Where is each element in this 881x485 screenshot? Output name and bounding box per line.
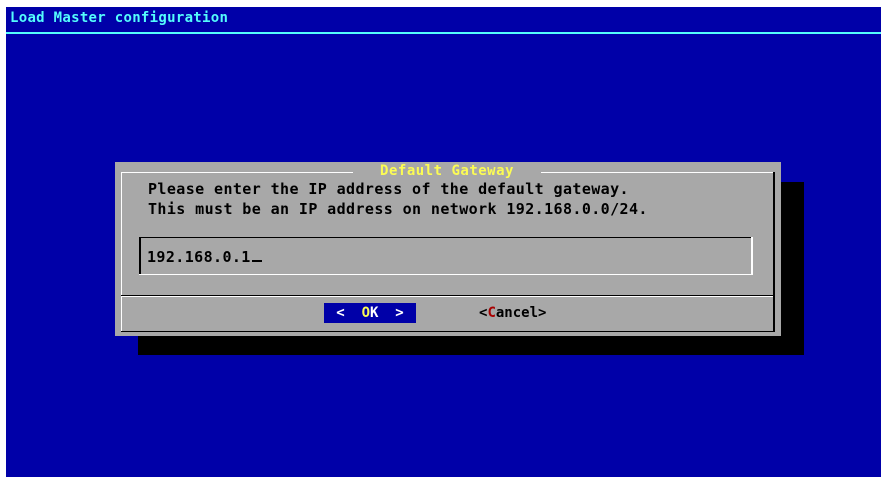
ok-button-left-bracket: < [336,305,362,321]
input-border-top [139,237,753,238]
gateway-input-value[interactable]: 192.168.0.1 [147,247,262,267]
input-border-right [751,237,753,275]
terminal-screen: Load Master configuration Default Gatewa… [6,7,881,477]
button-row-separator-highlight [121,296,773,297]
backtitle: Load Master configuration [10,10,229,26]
cancel-button-label-rest: ancel [495,305,539,321]
dialog-frame-bottom [121,331,775,332]
dialog-prompt-line-2: This must be an IP address on network 19… [148,200,648,218]
cancel-button-right-bracket: > [538,305,547,321]
backtitle-divider [6,32,881,34]
default-gateway-dialog: Default Gateway Please enter the IP addr… [115,162,781,336]
dialog-frame-left [121,172,122,332]
cancel-button-hotkey: C [487,305,496,321]
ok-button[interactable]: < OK > [324,303,416,323]
dialog-title: Default Gateway [353,163,541,179]
text-cursor [251,260,262,262]
input-border-left [139,237,141,275]
input-value-text: 192.168.0.1 [147,248,251,266]
ok-button-hotkey: O [361,305,370,321]
dialog-prompt-line-1: Please enter the IP address of the defau… [148,180,629,198]
ok-button-right-bracket: > [378,305,404,321]
gateway-input[interactable]: 192.168.0.1 [139,237,753,275]
dialog-frame-right [773,172,775,332]
cancel-button[interactable]: <Cancel> [479,303,579,323]
input-border-bottom [139,274,753,275]
